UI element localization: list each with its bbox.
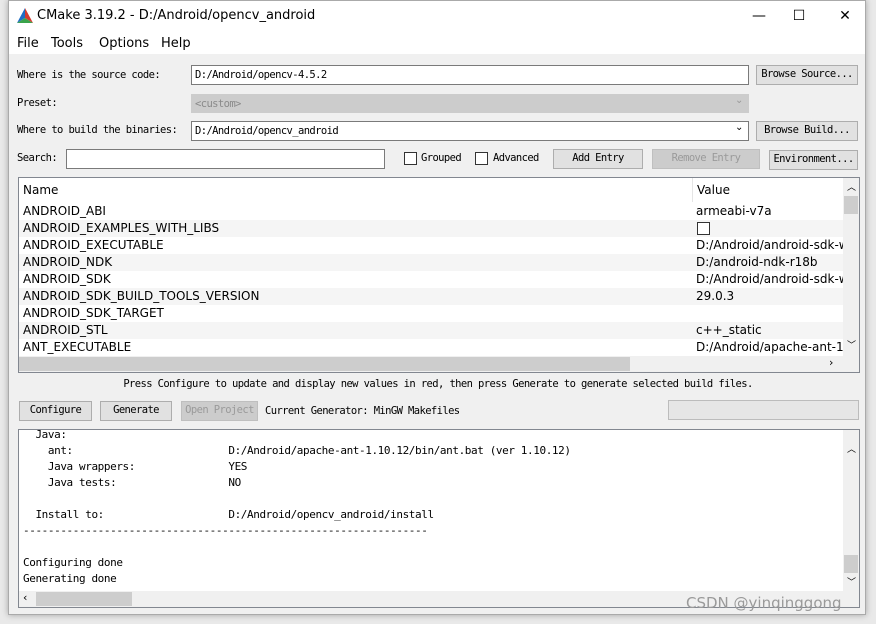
progress-bar [668, 400, 859, 420]
table-row[interactable]: ANDROID_SDK D:/Android/android-sdk-w [19, 271, 849, 288]
menu-bar: File Tools Options Help [9, 32, 865, 54]
menu-options[interactable]: Options [99, 36, 149, 51]
entry-name: ANDROID_NDK [23, 255, 113, 269]
entry-value[interactable]: armeabi-v7a [696, 203, 772, 220]
cmake-window: CMake 3.19.2 - D:/Android/opencv_android… [8, 0, 866, 615]
table-row[interactable]: ANDROID_STL c++_static [19, 322, 843, 339]
open-project-button[interactable]: Open Project [181, 401, 258, 421]
generate-button[interactable]: Generate [100, 401, 172, 421]
scrollbar-thumb[interactable] [844, 555, 858, 573]
vertical-scrollbar[interactable]: ︿ ﹀ [843, 178, 859, 356]
window-title: CMake 3.19.2 - D:/Android/opencv_android [37, 8, 316, 23]
source-label: Where is the source code: [17, 69, 161, 81]
advanced-checkbox[interactable] [475, 152, 488, 165]
grouped-label: Grouped [421, 152, 462, 164]
entry-value[interactable]: D:/Android/apache-ant-1. [696, 339, 847, 356]
cmake-logo-icon [17, 8, 33, 23]
close-button[interactable]: ✕ [825, 4, 865, 28]
title-bar: CMake 3.19.2 - D:/Android/opencv_android… [9, 1, 865, 32]
entry-name: ANDROID_EXECUTABLE [23, 238, 164, 252]
browse-source-button[interactable]: Browse Source... [756, 65, 858, 85]
menu-tools[interactable]: Tools [51, 36, 83, 51]
minimize-button[interactable]: — [739, 4, 779, 28]
horizontal-scrollbar[interactable]: › [19, 356, 859, 372]
entry-name: ANDROID_SDK_BUILD_TOOLS_VERSION [23, 289, 260, 303]
output-line: Configuring done [23, 556, 123, 569]
entry-value[interactable]: D:/Android/android-sdk-w [696, 237, 849, 254]
column-header-value[interactable]: Value [693, 178, 843, 202]
chevron-down-icon[interactable]: ⌄ [735, 122, 743, 133]
menu-help[interactable]: Help [161, 36, 191, 51]
output-line: Java: [23, 429, 67, 441]
preset-select[interactable]: <custom> [191, 94, 749, 113]
entry-value[interactable]: D:/Android/android-sdk-w [696, 271, 849, 288]
build-input[interactable]: D:/Android/opencv_android [191, 121, 749, 141]
table-row[interactable]: ANT_EXECUTABLE D:/Android/apache-ant-1. [19, 339, 847, 356]
remove-entry-button[interactable]: Remove Entry [652, 149, 760, 169]
entry-value[interactable]: D:/android-ndk-r18b [696, 254, 818, 271]
output-line: ant: D:/Android/apache-ant-1.10.12/bin/a… [23, 444, 571, 457]
browse-build-button[interactable]: Browse Build... [756, 121, 858, 141]
table-row[interactable]: ANDROID_EXAMPLES_WITH_LIBS [19, 220, 843, 237]
advanced-label: Advanced [493, 152, 539, 164]
scroll-down-icon[interactable]: ﹀ [847, 338, 856, 351]
entry-name: ANDROID_STL [23, 323, 108, 337]
maximize-button[interactable]: ☐ [779, 4, 819, 28]
source-input[interactable]: D:/Android/opencv-4.5.2 [191, 65, 749, 85]
scrollbar-thumb[interactable] [36, 592, 132, 606]
chevron-down-icon: ⌄ [735, 95, 744, 106]
search-input[interactable] [66, 149, 385, 169]
table-row[interactable]: ANDROID_SDK_BUILD_TOOLS_VERSION 29.0.3 [19, 288, 843, 305]
scrollbar-thumb[interactable] [844, 196, 858, 214]
column-header-name[interactable]: Name [19, 178, 693, 202]
output-line: ----------------------------------------… [23, 524, 428, 537]
entry-value-checkbox[interactable] [697, 222, 710, 235]
output-line: Generating done [23, 572, 117, 585]
output-vertical-scrollbar[interactable]: ︿ ﹀ [843, 430, 859, 591]
table-row[interactable]: ANDROID_SDK_TARGET [19, 305, 843, 322]
scroll-up-icon[interactable]: ︿ [847, 442, 856, 455]
search-label: Search: [17, 152, 58, 164]
output-line: Install to: D:/Android/opencv_android/in… [23, 508, 434, 521]
entry-name: ANDROID_ABI [23, 204, 106, 218]
cache-table: Name Value ANDROID_ABI armeabi-v7a ANDROID… [18, 177, 860, 373]
scrollbar-thumb[interactable] [19, 357, 630, 371]
scroll-left-icon[interactable]: ‹ [23, 591, 27, 604]
hint-text: Press Configure to update and display ne… [123, 378, 753, 390]
add-entry-button[interactable]: Add Entry [553, 149, 643, 169]
table-row[interactable]: ANDROID_NDK D:/android-ndk-r18b [19, 254, 843, 271]
entry-value[interactable]: 29.0.3 [696, 288, 734, 305]
scroll-down-icon[interactable]: ﹀ [847, 575, 856, 588]
current-generator: Current Generator: MinGW Makefiles [265, 405, 460, 417]
grouped-checkbox[interactable] [404, 152, 417, 165]
build-label: Where to build the binaries: [17, 124, 178, 136]
configure-button[interactable]: Configure [19, 401, 92, 421]
entry-name: ANDROID_EXAMPLES_WITH_LIBS [23, 221, 220, 235]
menu-file[interactable]: File [17, 36, 39, 51]
scroll-right-icon[interactable]: › [829, 356, 833, 369]
entry-name: ANDROID_SDK [23, 272, 111, 286]
table-row[interactable]: ANDROID_EXECUTABLE D:/Android/android-sdk… [19, 237, 849, 254]
entry-name: ANT_EXECUTABLE [23, 340, 132, 354]
environment-button[interactable]: Environment... [769, 150, 858, 170]
preset-label: Preset: [17, 97, 58, 109]
entry-name: ANDROID_SDK_TARGET [23, 306, 164, 320]
watermark: CSDN @yinqinggong [686, 594, 842, 612]
output-line: Java wrappers: YES [23, 460, 248, 473]
table-row[interactable]: ANDROID_ABI armeabi-v7a [19, 203, 843, 220]
output-log: Java: ant: D:/Android/apache-ant-1.10.12… [18, 429, 860, 608]
entry-value[interactable]: c++_static [696, 322, 762, 339]
scroll-up-icon[interactable]: ︿ [847, 180, 856, 193]
output-line: Java tests: NO [23, 476, 241, 489]
